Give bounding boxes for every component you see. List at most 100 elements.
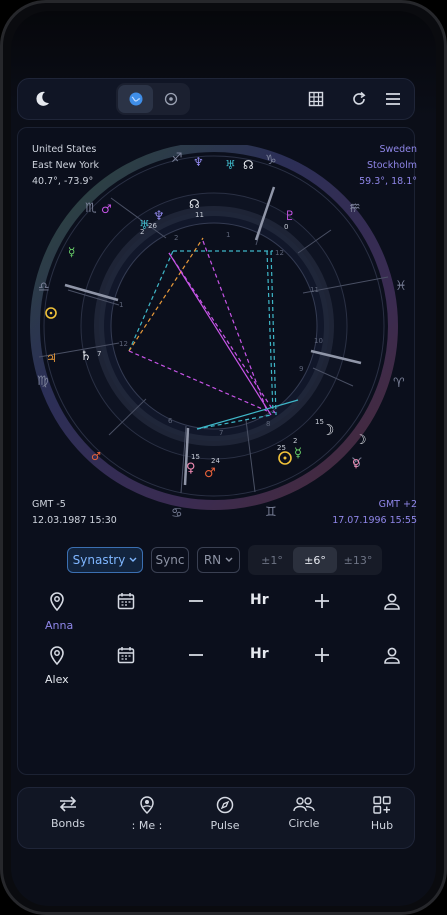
person-button-a[interactable] xyxy=(380,589,404,613)
orb-option-13[interactable]: ±13° xyxy=(336,547,380,573)
chevron-down-icon xyxy=(129,557,137,562)
moon-node-icon: ☊ xyxy=(243,158,254,172)
neptune-icon: ♆ xyxy=(193,155,204,169)
people-icon xyxy=(293,797,315,812)
minus-icon xyxy=(189,600,203,602)
house-number: 10 xyxy=(314,337,323,345)
house-number: 12 xyxy=(119,340,128,348)
mars-b-icon: ♂ xyxy=(204,466,216,481)
location-pin-icon xyxy=(50,592,64,611)
house-number: 7 xyxy=(219,429,223,437)
house-number: 8 xyxy=(266,420,270,428)
zodiac-sign-icon: ♍ xyxy=(37,374,49,389)
moon-b-icon: ☽ xyxy=(355,433,367,448)
degree-label: 11 xyxy=(195,211,204,219)
tab-hub[interactable]: Hub xyxy=(347,796,417,832)
globe-icon xyxy=(129,92,142,106)
house-number: 12 xyxy=(275,249,284,257)
tab-pulse[interactable]: Pulse xyxy=(190,796,260,832)
tab-label: Bonds xyxy=(51,817,85,830)
degree-label: 2 xyxy=(293,437,297,445)
degree-label: 26 xyxy=(148,222,157,230)
calendar-button-b[interactable] xyxy=(114,643,138,667)
decrement-button-a[interactable] xyxy=(184,589,208,613)
orb-selector: ±1° ±6° ±13° xyxy=(248,545,382,575)
tab-bonds[interactable]: Bonds xyxy=(33,796,103,830)
mars-c-icon: ♂ xyxy=(91,450,101,463)
tab-me[interactable]: : Me : xyxy=(112,796,182,832)
sync-label: Sync xyxy=(155,553,185,567)
table-button[interactable] xyxy=(300,84,332,114)
zodiac-sign-icon: ♐ xyxy=(171,151,183,166)
tab-label: Pulse xyxy=(210,819,240,832)
tab-label: Circle xyxy=(288,817,320,830)
target-view-button[interactable] xyxy=(154,85,188,113)
zodiac-sign-icon: ♑ xyxy=(265,153,277,168)
calendar-icon xyxy=(117,647,135,664)
plus-icon xyxy=(315,594,329,608)
increment-button-a[interactable] xyxy=(310,589,334,613)
zodiac-sign-icon: ♋ xyxy=(171,506,183,521)
decrement-button-b[interactable] xyxy=(184,643,208,667)
tab-label: Hub xyxy=(370,819,394,832)
saturn-icon: ♄ xyxy=(80,349,92,364)
sun-b-dot xyxy=(283,456,287,460)
top-toolbar xyxy=(17,78,415,120)
sun-dot xyxy=(49,311,53,315)
node-inner-icon: ☊ xyxy=(189,197,200,211)
swap-arrows-icon xyxy=(59,796,77,812)
zodiac-sign-icon: ♊ xyxy=(265,505,277,520)
orb-option-1[interactable]: ±1° xyxy=(250,547,294,573)
hour-step-label-a[interactable]: Hr xyxy=(250,592,269,608)
synastry-chart-wheel[interactable]: 2 1 12 6 7 8 9 10 11 12 1 ♐ ♑ ♒ ♓ ♈ ♉ ♊ … xyxy=(23,145,407,529)
grid-plus-icon xyxy=(373,796,391,814)
chevron-down-icon xyxy=(225,557,233,562)
refresh-button[interactable] xyxy=(343,84,375,114)
target-icon xyxy=(164,92,178,106)
venus-b-icon: ♀ xyxy=(352,457,360,470)
tab-label: : Me : xyxy=(131,819,163,832)
hour-step-label-b[interactable]: Hr xyxy=(250,646,269,662)
view-toggle xyxy=(116,83,190,115)
zodiac-sign-icon: ♈ xyxy=(393,376,405,391)
house-system-dropdown[interactable]: RN xyxy=(197,547,240,573)
person-a-name[interactable]: Anna xyxy=(45,619,73,632)
person-b-name[interactable]: Alex xyxy=(45,673,69,686)
degree-label: 25 xyxy=(277,444,286,452)
degree-label: 24 xyxy=(211,457,220,465)
compass-icon xyxy=(216,796,234,814)
increment-button-b[interactable] xyxy=(310,643,334,667)
user-icon xyxy=(384,593,400,610)
calendar-button-a[interactable] xyxy=(114,589,138,613)
house-number: 11 xyxy=(310,286,319,294)
degree-label: 15 xyxy=(191,453,200,461)
location-pin-icon xyxy=(50,646,64,665)
pluto-icon: ♇ xyxy=(284,209,296,224)
inner-circle xyxy=(110,222,318,430)
orb-option-6[interactable]: ±6° xyxy=(293,547,337,573)
uranus-icon: ♅ xyxy=(225,158,236,172)
globe-view-button[interactable] xyxy=(118,85,153,113)
mode-dropdown[interactable]: Synastry xyxy=(67,547,143,573)
user-icon xyxy=(384,647,400,664)
person-button-b[interactable] xyxy=(380,643,404,667)
house-number: 1 xyxy=(226,231,230,239)
user-pin-icon xyxy=(140,796,154,814)
hamburger-menu-icon xyxy=(386,93,400,105)
jupiter-icon: ♃ xyxy=(46,351,57,365)
zodiac-sign-icon: ♓ xyxy=(395,279,407,294)
sync-button[interactable]: Sync xyxy=(151,547,189,573)
mercury-b-icon: ☿ xyxy=(294,446,302,461)
degree-label: 0 xyxy=(284,223,288,231)
location-pin-button-a[interactable] xyxy=(45,589,69,613)
house-number: 6 xyxy=(168,417,173,425)
venus-icon: ♀ xyxy=(186,461,196,476)
menu-button[interactable] xyxy=(377,84,409,114)
moon-theme-button[interactable] xyxy=(26,84,58,114)
tab-circle[interactable]: Circle xyxy=(269,796,339,830)
location-pin-button-b[interactable] xyxy=(45,643,69,667)
degree-label: 15 xyxy=(315,418,324,426)
degree-label: 7 xyxy=(97,350,101,358)
moon-icon xyxy=(36,91,49,106)
zodiac-sign-icon: ♎ xyxy=(38,280,50,295)
